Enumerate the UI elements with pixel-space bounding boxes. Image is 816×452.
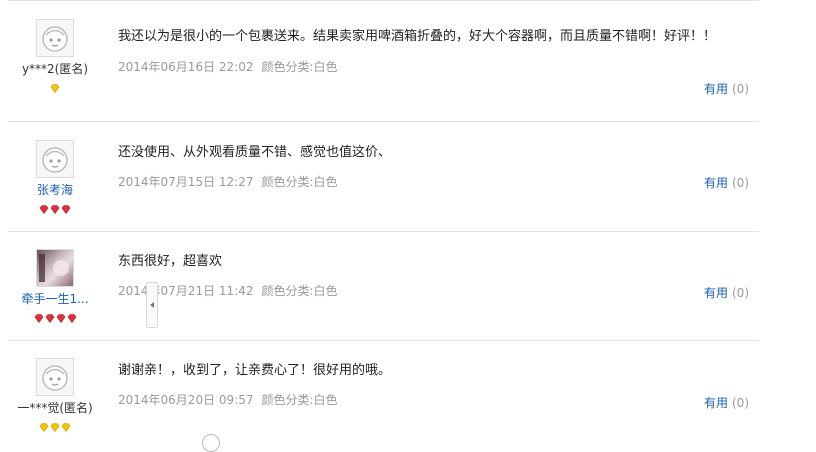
- review-text: 谢谢亲！，收到了，让亲费心了！很好用的哦。: [118, 363, 392, 378]
- useful-label[interactable]: 有用: [704, 176, 728, 190]
- useful-count: (0): [732, 82, 749, 96]
- reviewer-info: y***2(匿名): [8, 19, 102, 93]
- red-heart-icon: [67, 308, 77, 323]
- review-date: 2014年06月16日 22:02: [118, 60, 254, 74]
- review-item: 牵手一生1... 东西很好，超喜欢 2014年07月21日 11:42 颜色分类:…: [8, 232, 759, 341]
- circle-control[interactable]: [202, 434, 220, 452]
- red-heart-icon: [50, 199, 60, 214]
- review-date: 2014年07月15日 12:27: [118, 175, 254, 189]
- review-item: y***2(匿名) 我还以为是很小的一个包裹送来。结果卖家用啤酒箱折叠的，好大个…: [8, 0, 759, 122]
- avatar[interactable]: [36, 358, 74, 396]
- reviewer-name[interactable]: 张考海: [8, 182, 102, 198]
- useful-button[interactable]: 有用 (0): [704, 284, 749, 301]
- review-date: 2014年06月20日 09:57: [118, 393, 254, 407]
- sku-info: 颜色分类:白色: [261, 60, 338, 74]
- useful-count: (0): [732, 396, 749, 410]
- review-meta: 2014年06月16日 22:02 颜色分类:白色: [118, 58, 728, 75]
- collapse-handle[interactable]: [146, 282, 158, 328]
- reviewer-info: 一***觉(匿名): [8, 358, 102, 432]
- review-text: 还没使用、从外观看质量不错、感觉也值这价、: [118, 145, 392, 160]
- reviewer-name[interactable]: 牵手一生1...: [8, 291, 102, 307]
- buyer-level-badges[interactable]: [8, 78, 102, 93]
- buyer-level-badges[interactable]: [8, 308, 102, 323]
- reviewer-info: 张考海: [8, 140, 102, 214]
- review-meta: 2014年06月20日 09:57 颜色分类:白色: [118, 391, 728, 408]
- avatar[interactable]: [36, 19, 74, 57]
- useful-count: (0): [732, 286, 749, 300]
- gold-diamond-icon: [50, 78, 60, 93]
- avatar[interactable]: [36, 249, 74, 287]
- review-content: 谢谢亲！，收到了，让亲费心了！很好用的哦。 2014年06月20日 09:57 颜…: [118, 361, 728, 408]
- useful-button[interactable]: 有用 (0): [704, 394, 749, 411]
- reviewer-name: 一***觉(匿名): [17, 401, 93, 415]
- useful-button[interactable]: 有用 (0): [704, 80, 749, 97]
- review-item: 一***觉(匿名) 谢谢亲！，收到了，让亲费心了！很好用的哦。 2014年06月…: [8, 341, 759, 441]
- red-heart-icon: [61, 199, 71, 214]
- sku-info: 颜色分类:白色: [261, 284, 338, 298]
- review-text: 东西很好，超喜欢: [118, 254, 223, 269]
- gold-diamond-icon: [50, 417, 60, 432]
- useful-label[interactable]: 有用: [704, 286, 728, 300]
- buyer-level-badges[interactable]: [8, 199, 102, 214]
- red-heart-icon: [39, 199, 49, 214]
- red-heart-icon: [56, 308, 66, 323]
- review-content: 东西很好，超喜欢 2014年07月21日 11:42 颜色分类:白色: [118, 252, 728, 299]
- sku-info: 颜色分类:白色: [261, 175, 338, 189]
- buyer-level-badges[interactable]: [8, 417, 102, 432]
- useful-label[interactable]: 有用: [704, 396, 728, 410]
- sku-info: 颜色分类:白色: [261, 393, 338, 407]
- review-content: 还没使用、从外观看质量不错、感觉也值这价、 2014年07月15日 12:27 颜…: [118, 143, 728, 190]
- useful-count: (0): [732, 176, 749, 190]
- useful-label[interactable]: 有用: [704, 82, 728, 96]
- review-meta: 2014年07月15日 12:27 颜色分类:白色: [118, 173, 728, 190]
- gold-diamond-icon: [61, 417, 71, 432]
- review-meta: 2014年07月21日 11:42 颜色分类:白色: [118, 282, 728, 299]
- review-content: 我还以为是很小的一个包裹送来。结果卖家用啤酒箱折叠的，好大个容器啊，而且质量不错…: [118, 27, 728, 75]
- reviewer-info: 牵手一生1...: [8, 249, 102, 323]
- review-text: 我还以为是很小的一个包裹送来。结果卖家用啤酒箱折叠的，好大个容器啊，而且质量不错…: [118, 29, 717, 44]
- review-list: y***2(匿名) 我还以为是很小的一个包裹送来。结果卖家用啤酒箱折叠的，好大个…: [8, 0, 759, 441]
- useful-button[interactable]: 有用 (0): [704, 174, 749, 191]
- review-item: 张考海 还没使用、从外观看质量不错、感觉也值这价、 2014年07月15日 12…: [8, 122, 759, 232]
- reviewer-name: y***2(匿名): [21, 62, 89, 76]
- red-heart-icon: [34, 308, 44, 323]
- gold-diamond-icon: [39, 417, 49, 432]
- red-heart-icon: [45, 308, 55, 323]
- avatar[interactable]: [36, 140, 74, 178]
- review-date: 2014年07月21日 11:42: [118, 284, 254, 298]
